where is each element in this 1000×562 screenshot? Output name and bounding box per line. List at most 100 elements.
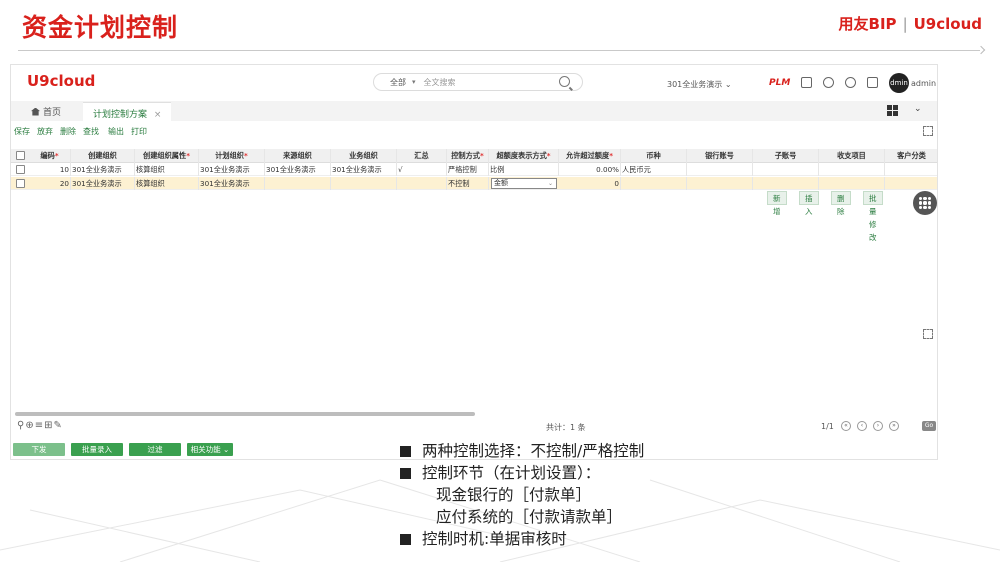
cell-create-org-attr[interactable]: 核算组织: [135, 163, 199, 176]
row-checkbox[interactable]: [16, 165, 25, 174]
slide-divider: [18, 50, 980, 51]
app-grid-icon[interactable]: [887, 105, 898, 116]
col-over-limit-mode[interactable]: 超额度表示方式*: [489, 149, 559, 163]
user-name[interactable]: admin: [911, 79, 936, 88]
col-customer-class[interactable]: 客户分类: [885, 149, 937, 163]
cell-income-expense[interactable]: [819, 163, 885, 176]
over-limit-mode-select[interactable]: 金额 ⌄: [491, 178, 557, 189]
app-window: U9cloud 全部 ▾ 全文搜索 301全业务演示 ⌄ PLM dmin ad…: [10, 64, 938, 460]
cell-income-expense[interactable]: [819, 177, 885, 190]
cell-bank-account[interactable]: [687, 177, 753, 190]
col-create-org-attr[interactable]: 创建组织属性*: [135, 149, 199, 163]
first-page-icon[interactable]: «: [841, 421, 851, 431]
delete-button[interactable]: 删除: [60, 126, 76, 137]
cell-allow-over-limit[interactable]: 0: [559, 177, 621, 190]
issue-button[interactable]: 下发: [13, 443, 65, 456]
col-allow-over-limit[interactable]: 允许超过额度*: [559, 149, 621, 163]
col-code[interactable]: 编码*: [29, 149, 71, 163]
insert-row-button[interactable]: 插入: [799, 191, 819, 216]
tab-plan-control[interactable]: 计划控制方案 ×: [83, 102, 172, 121]
next-page-icon[interactable]: ›: [873, 421, 883, 431]
cell-sub-account[interactable]: [753, 163, 819, 176]
cell-source-org[interactable]: [265, 177, 331, 190]
col-income-expense[interactable]: 收支项目: [819, 149, 885, 163]
last-page-icon[interactable]: »: [889, 421, 899, 431]
col-summary[interactable]: 汇总: [397, 149, 447, 163]
select-all-checkbox[interactable]: [16, 151, 25, 160]
cell-source-org[interactable]: 301全业务演示: [265, 163, 331, 176]
col-business-org[interactable]: 业务组织: [331, 149, 397, 163]
cell-currency[interactable]: [621, 177, 687, 190]
calendar-icon[interactable]: [867, 77, 878, 88]
col-control-mode[interactable]: 控制方式*: [447, 149, 489, 163]
cell-currency[interactable]: 人民币元: [621, 163, 687, 176]
chevron-down-icon[interactable]: ⌄: [914, 104, 922, 114]
search-input[interactable]: 全文搜索: [424, 77, 456, 88]
fullscreen-icon[interactable]: [923, 126, 933, 136]
cell-bank-account[interactable]: [687, 163, 753, 176]
cell-create-org[interactable]: 301全业务演示: [71, 177, 135, 190]
batch-entry-button[interactable]: 批量录入: [71, 443, 123, 456]
fit-width-icon[interactable]: [923, 329, 933, 339]
cell-business-org[interactable]: 301全业务演示: [331, 163, 397, 176]
brand-u9cloud: U9cloud: [913, 14, 982, 33]
cell-create-org[interactable]: 301全业务演示: [71, 163, 135, 176]
close-icon[interactable]: ×: [154, 110, 162, 120]
batch-edit-button[interactable]: 批量修改: [863, 191, 883, 242]
horizontal-scrollbar[interactable]: [15, 412, 475, 416]
cell-plan-org[interactable]: 301全业务演示: [199, 177, 265, 190]
cell-plan-org[interactable]: 301全业务演示: [199, 163, 265, 176]
avatar[interactable]: dmin: [889, 73, 909, 93]
col-source-org[interactable]: 来源组织: [265, 149, 331, 163]
output-button[interactable]: 输出: [108, 126, 124, 137]
related-functions-button[interactable]: 相关功能 ⌄: [187, 443, 233, 456]
col-plan-org[interactable]: 计划组织*: [199, 149, 265, 163]
plm-link[interactable]: PLM: [769, 78, 790, 88]
col-currency[interactable]: 币种: [621, 149, 687, 163]
cell-allow-over-limit[interactable]: 0.00%: [559, 163, 621, 176]
org-switcher[interactable]: 301全业务演示 ⌄: [667, 79, 732, 90]
print-button[interactable]: 打印: [131, 126, 147, 137]
discard-button[interactable]: 放弃: [37, 126, 53, 137]
col-create-org[interactable]: 创建组织: [71, 149, 135, 163]
cell-control-mode[interactable]: 严格控制: [447, 163, 489, 176]
cell-sub-account[interactable]: [753, 177, 819, 190]
cell-business-org[interactable]: [331, 177, 397, 190]
tab-home[interactable]: 首页: [31, 105, 61, 118]
cell-code[interactable]: 10: [29, 163, 71, 176]
cell-summary[interactable]: √: [397, 163, 447, 176]
cell-code[interactable]: 20: [29, 177, 71, 190]
global-search[interactable]: 全部 ▾ 全文搜索: [373, 73, 583, 91]
find-button[interactable]: 查找: [83, 126, 99, 137]
col-bank-account[interactable]: 银行账号: [687, 149, 753, 163]
prev-page-icon[interactable]: ‹: [857, 421, 867, 431]
cell-create-org-attr[interactable]: 核算组织: [135, 177, 199, 190]
tab-home-label: 首页: [43, 108, 62, 118]
slide-title: 资金计划控制: [22, 13, 179, 42]
cell-customer-class[interactable]: [885, 163, 937, 176]
col-sub-account[interactable]: 子账号: [753, 149, 819, 163]
cell-control-mode[interactable]: 不控制: [447, 177, 489, 190]
row-checkbox[interactable]: [16, 179, 25, 188]
search-scope[interactable]: 全部: [390, 77, 406, 88]
table-row[interactable]: 20 301全业务演示 核算组织 301全业务演示 不控制 金额 ⌄ 0: [11, 177, 937, 190]
save-button[interactable]: 保存: [14, 126, 30, 137]
filter-settings-icon[interactable]: ⚲⊕≡⊞✎: [17, 420, 63, 431]
search-icon[interactable]: [559, 76, 570, 87]
delete-row-button[interactable]: 删除: [831, 191, 851, 216]
add-row-button[interactable]: 新增: [767, 191, 787, 216]
chevron-down-icon[interactable]: ⌄: [548, 179, 553, 188]
tab-plan-control-label: 计划控制方案: [93, 110, 148, 120]
filter-button[interactable]: 过滤: [129, 443, 181, 456]
cell-summary[interactable]: [397, 177, 447, 190]
chevron-down-icon[interactable]: ▾: [412, 78, 416, 86]
table-row[interactable]: 10 301全业务演示 核算组织 301全业务演示 301全业务演示 301全业…: [11, 163, 937, 176]
cell-over-limit-mode[interactable]: 比例: [489, 163, 559, 176]
help-icon[interactable]: [845, 77, 856, 88]
cell-customer-class[interactable]: [885, 177, 937, 190]
go-page-button[interactable]: Go: [922, 421, 936, 431]
bullet-control-points: 控制环节（在计划设置）：: [398, 462, 644, 484]
more-menu-button[interactable]: [913, 191, 937, 215]
learning-icon[interactable]: [823, 77, 834, 88]
message-icon[interactable]: [801, 77, 812, 88]
